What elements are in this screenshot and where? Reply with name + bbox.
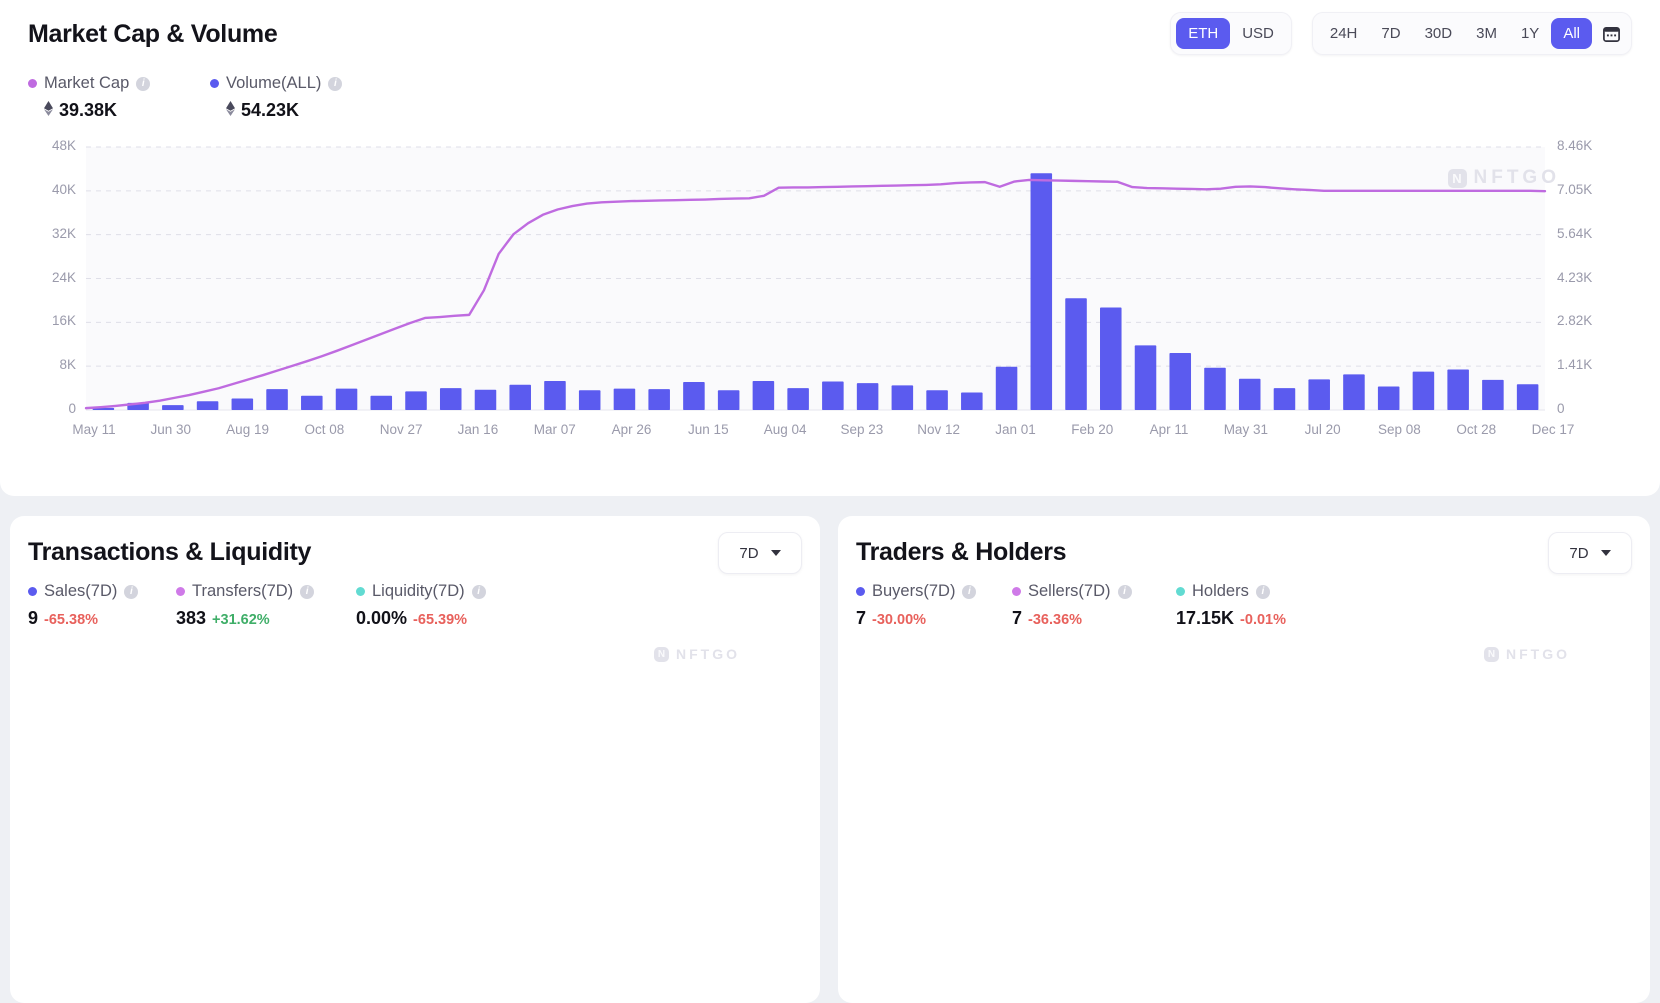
watermark-text: NFTGO <box>1473 167 1560 188</box>
x-axis-tick: Jun 15 <box>688 422 729 437</box>
traders-holders-card: Traders & Holders 7D Buyers(7D) i 7 -30.… <box>838 516 1650 1003</box>
market-cap-volume-card: Market Cap & Volume ETH USD 24H 7D 30D 3… <box>0 0 1660 496</box>
y-axis-tick-right: 5.64K <box>1557 225 1593 241</box>
x-axis-tick: Jul 20 <box>1304 422 1341 437</box>
x-axis-tick: Nov 27 <box>379 422 423 437</box>
x-axis-tick: Sep 23 <box>840 422 884 437</box>
y-axis-tick-right: 4.23K <box>1557 269 1593 285</box>
x-axis-tick: Jan 01 <box>995 422 1036 437</box>
x-axis-tick: Apr 26 <box>611 422 652 437</box>
y-axis-tick-right: 2.82K <box>1557 313 1593 329</box>
watermark-text: NFTGO <box>1506 646 1570 662</box>
transactions-liquidity-card: Transactions & Liquidity 7D Sales(7D) i … <box>10 516 820 1003</box>
y-axis-tick-right: 8.46K <box>1557 138 1593 153</box>
x-axis-tick: Sep 08 <box>1378 422 1421 437</box>
market-cap-volume-chart[interactable]: N NFTGO 0 0 8K 1.41K 16K 2.82K 24K 4.23K 32K 5.64… <box>0 0 1660 496</box>
y-axis-tick-left: 24K <box>51 269 76 285</box>
watermark-text: NFTGO <box>676 646 740 662</box>
x-axis-tick: Oct 08 <box>304 422 345 437</box>
x-axis-tick: May 31 <box>1223 422 1268 437</box>
nftgo-logo-icon: N <box>1447 168 1467 188</box>
x-axis-tick: Dec 17 <box>1531 422 1575 437</box>
x-axis-tick: Aug 19 <box>226 422 269 437</box>
nftgo-logo-icon: N <box>1484 646 1499 662</box>
x-axis-tick: Jan 16 <box>457 422 499 437</box>
nftgo-watermark: N NFTGO <box>1484 646 1570 662</box>
nftgo-watermark: N NFTGO <box>654 646 740 662</box>
nftgo-watermark: N NFTGO <box>1447 167 1561 189</box>
y-axis-tick-left: 16K <box>51 313 76 329</box>
x-axis-tick: Apr 11 <box>1149 422 1189 437</box>
y-axis-tick-left: 8K <box>59 357 76 373</box>
x-axis-tick: Aug 04 <box>763 422 807 437</box>
x-axis-tick: Nov 12 <box>917 422 961 437</box>
y-axis-tick-left: 0 <box>68 401 76 416</box>
transactions-liquidity-chart[interactable]: N NFTGO 00.00%150.05%300.10%450.15%600.2… <box>10 516 820 1003</box>
x-axis-tick: Jun 30 <box>150 422 192 437</box>
dashboard-page: Market Cap & Volume ETH USD 24H 7D 30D 3… <box>0 0 1660 1003</box>
y-axis-tick-left: 48K <box>51 138 76 153</box>
y-axis-tick-right: 0 <box>1557 401 1565 416</box>
x-axis-tick: Oct 28 <box>1456 422 1497 437</box>
nftgo-logo-icon: N <box>654 646 669 662</box>
traders-holders-chart[interactable]: N NFTGO 12K013K514K1015K1516K2017K2518K3… <box>838 516 1650 1003</box>
x-axis-tick: Feb 20 <box>1071 422 1114 437</box>
y-axis-tick-left: 32K <box>51 225 76 241</box>
y-axis-tick-left: 40K <box>51 181 76 197</box>
x-axis-tick: May 11 <box>72 422 116 437</box>
x-axis-tick: Mar 07 <box>533 422 576 437</box>
y-axis-tick-right: 1.41K <box>1557 357 1593 373</box>
y-axis-tick-right: 7.05K <box>1557 181 1593 197</box>
